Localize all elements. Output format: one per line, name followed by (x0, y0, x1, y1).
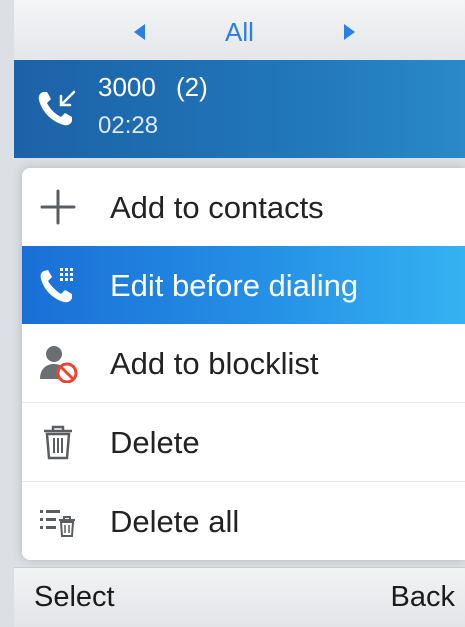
incoming-call-icon (38, 90, 76, 126)
plus-icon (40, 189, 76, 225)
call-number: 3000 (98, 72, 156, 102)
trash-icon (44, 425, 72, 460)
delete-all-icon (40, 510, 75, 537)
call-log-entry[interactable]: 3000 (2) 02:28 (14, 60, 465, 158)
phone-screen: All 3000 (2) 02:28 Add to contacts Edit … (0, 0, 465, 627)
menu-item-label: Edit before dialing (110, 268, 359, 303)
call-duration: 02:28 (98, 112, 159, 139)
back-softkey[interactable]: Back (391, 581, 455, 614)
filter-next-arrow-icon[interactable] (344, 24, 355, 40)
menu-item-delete-all[interactable]: Delete all (22, 482, 465, 560)
filter-label: All (225, 17, 254, 47)
call-filter-bar: All (14, 0, 465, 60)
menu-item-label: Add to contacts (110, 190, 324, 225)
menu-item-add-to-contacts[interactable]: Add to contacts (22, 168, 465, 247)
menu-item-delete[interactable]: Delete (22, 403, 465, 482)
menu-item-label: Delete (110, 425, 200, 460)
call-count: (2) (176, 72, 208, 102)
softkey-bar: Select Back (14, 567, 465, 627)
menu-item-label: Delete all (110, 504, 240, 539)
options-menu: Add to contacts Edit before dialing Add … (22, 168, 465, 560)
select-softkey[interactable]: Select (34, 581, 115, 614)
block-contact-icon (40, 346, 78, 383)
menu-item-label: Add to blocklist (110, 346, 319, 381)
phone-dialpad-icon (40, 268, 73, 303)
menu-item-edit-before-dialing[interactable]: Edit before dialing (22, 246, 465, 324)
menu-item-add-to-blocklist[interactable]: Add to blocklist (22, 324, 465, 403)
